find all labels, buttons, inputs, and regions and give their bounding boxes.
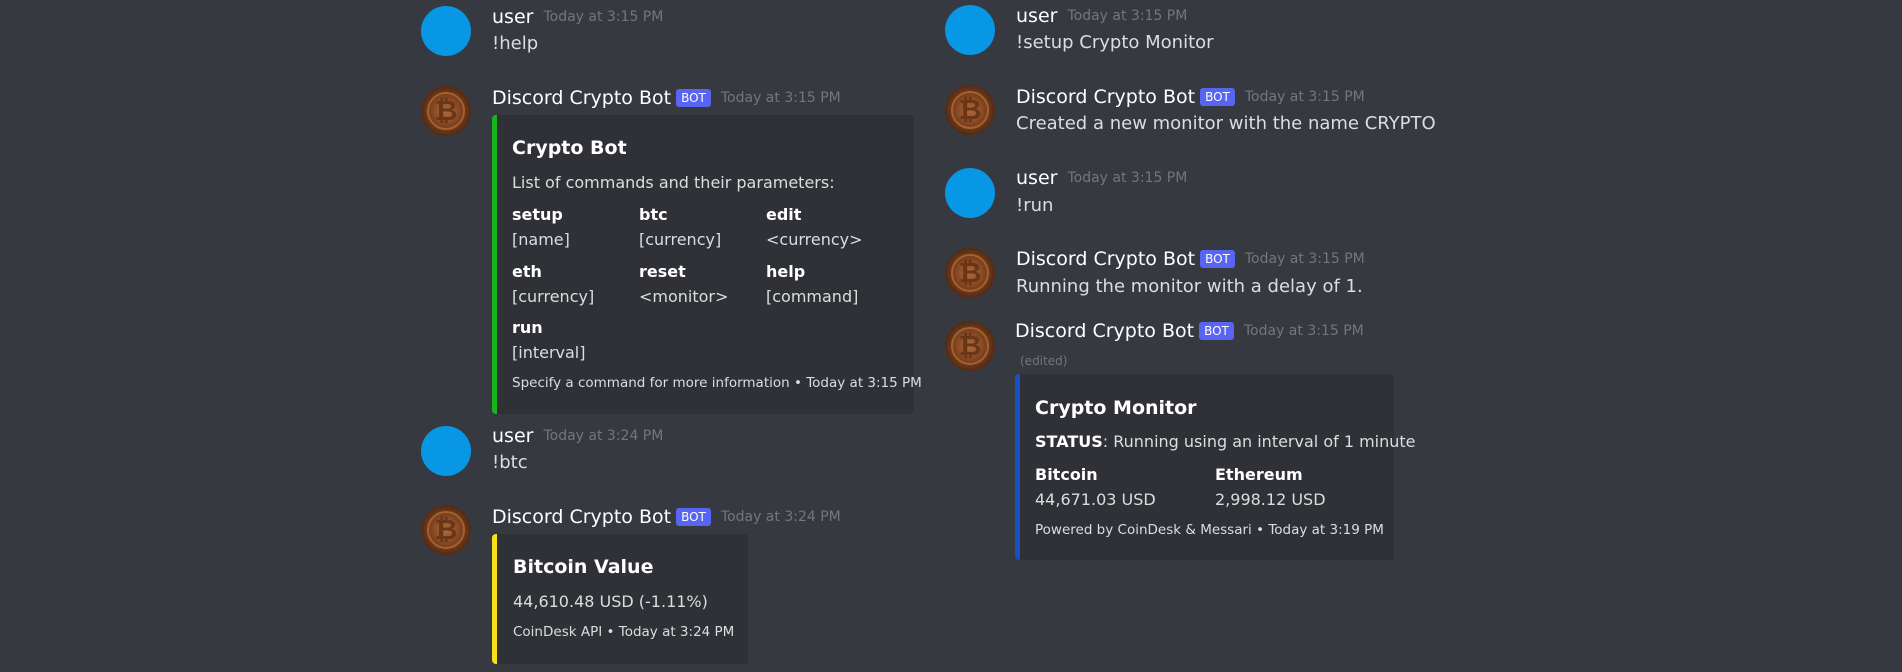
field-name: btc: [639, 205, 668, 224]
field-value: <currency>: [766, 230, 863, 249]
embed-crypto-monitor: Crypto Monitor STATUS: Running using an …: [1015, 374, 1416, 560]
username[interactable]: Discord Crypto Bot: [492, 87, 671, 109]
field-name: help: [766, 262, 806, 281]
timestamp: Today at 3:15 PM: [1244, 251, 1365, 267]
embed-footer: Specify a command for more information •…: [512, 375, 922, 391]
field-value: 44,671.03 USD: [1035, 490, 1156, 509]
username[interactable]: user: [1016, 167, 1057, 189]
timestamp: Today at 3:24 PM: [720, 509, 841, 525]
username[interactable]: Discord Crypto Bot: [1016, 86, 1195, 108]
timestamp: Today at 3:15 PM: [1244, 89, 1365, 105]
embed-description: 44,610.48 USD (-1.11%): [513, 592, 708, 611]
username[interactable]: user: [492, 6, 533, 28]
bitcoin-icon: ₿: [958, 93, 982, 126]
username[interactable]: Discord Crypto Bot: [1015, 320, 1194, 342]
field-name: setup: [512, 205, 563, 224]
field-value: 2,998.12 USD: [1215, 490, 1326, 509]
bitcoin-avatar-icon[interactable]: ₿: [421, 86, 471, 136]
field-value: <monitor>: [639, 287, 729, 306]
embed-status: STATUS: Running using an interval of 1 m…: [1035, 432, 1416, 451]
timestamp: Today at 3:24 PM: [543, 428, 664, 444]
bitcoin-icon: ₿: [958, 329, 982, 362]
timestamp: Today at 3:15 PM: [543, 9, 664, 25]
field-value: [name]: [512, 230, 570, 249]
embed-description: List of commands and their parameters:: [512, 173, 835, 192]
message-text: !help: [492, 33, 539, 54]
bitcoin-avatar-icon[interactable]: ₿: [945, 321, 995, 371]
user-avatar-icon[interactable]: [421, 6, 471, 56]
timestamp: Today at 3:15 PM: [1067, 170, 1188, 186]
embed-footer: CoinDesk API • Today at 3:24 PM: [513, 624, 735, 640]
username[interactable]: Discord Crypto Bot: [492, 506, 671, 528]
embed-color-bar: [492, 115, 497, 414]
message-text: !btc: [492, 452, 528, 473]
embed-help: Crypto Bot List of commands and their pa…: [492, 115, 922, 414]
field-name: Bitcoin: [1035, 465, 1098, 484]
embed-bitcoin-value: Bitcoin Value 44,610.48 USD (-1.11%) Coi…: [492, 534, 748, 664]
timestamp: Today at 3:15 PM: [720, 90, 841, 106]
field-name: Ethereum: [1215, 465, 1303, 484]
bitcoin-avatar-icon[interactable]: ₿: [945, 85, 995, 135]
message-text: !run: [1016, 195, 1054, 216]
bitcoin-avatar-icon[interactable]: ₿: [945, 248, 995, 298]
bitcoin-avatar-icon[interactable]: ₿: [421, 505, 471, 555]
user-avatar-icon[interactable]: [421, 426, 471, 476]
message-text: !setup Crypto Monitor: [1016, 32, 1214, 53]
embed-color-bar: [1015, 374, 1020, 560]
username[interactable]: user: [492, 425, 533, 447]
bitcoin-icon: ₿: [434, 94, 458, 127]
bitcoin-icon: ₿: [434, 513, 458, 546]
bot-badge: BOT: [676, 508, 711, 526]
edited-label: (edited): [1020, 354, 1068, 368]
field-value: [interval]: [512, 343, 586, 362]
embed-footer: Powered by CoinDesk & Messari • Today at…: [1035, 522, 1384, 538]
embed-title: Crypto Bot: [512, 137, 627, 159]
timestamp: Today at 3:15 PM: [1243, 323, 1364, 339]
user-avatar-icon[interactable]: [945, 5, 995, 55]
bot-badge: BOT: [676, 89, 711, 107]
username[interactable]: user: [1016, 5, 1057, 27]
embed-title: Bitcoin Value: [513, 556, 654, 578]
username[interactable]: Discord Crypto Bot: [1016, 248, 1195, 270]
bot-badge: BOT: [1200, 250, 1235, 268]
message-text: Running the monitor with a delay of 1.: [1016, 276, 1363, 297]
status-text: : Running using an interval of 1 minute: [1102, 432, 1416, 451]
field-name: edit: [766, 205, 802, 224]
embed-title: Crypto Monitor: [1035, 397, 1197, 419]
field-name: run: [512, 318, 543, 337]
field-name: eth: [512, 262, 542, 281]
field-name: reset: [639, 262, 686, 281]
embed-color-bar: [492, 534, 497, 664]
message-text: Created a new monitor with the name CRYP…: [1016, 113, 1436, 134]
field-value: [currency]: [512, 287, 595, 306]
status-label: STATUS: [1035, 432, 1103, 451]
bot-badge: BOT: [1200, 88, 1235, 106]
bitcoin-icon: ₿: [958, 256, 982, 289]
timestamp: Today at 3:15 PM: [1067, 8, 1188, 24]
field-value: [command]: [766, 287, 859, 306]
bot-badge: BOT: [1199, 322, 1234, 340]
user-avatar-icon[interactable]: [945, 168, 995, 218]
field-value: [currency]: [639, 230, 722, 249]
